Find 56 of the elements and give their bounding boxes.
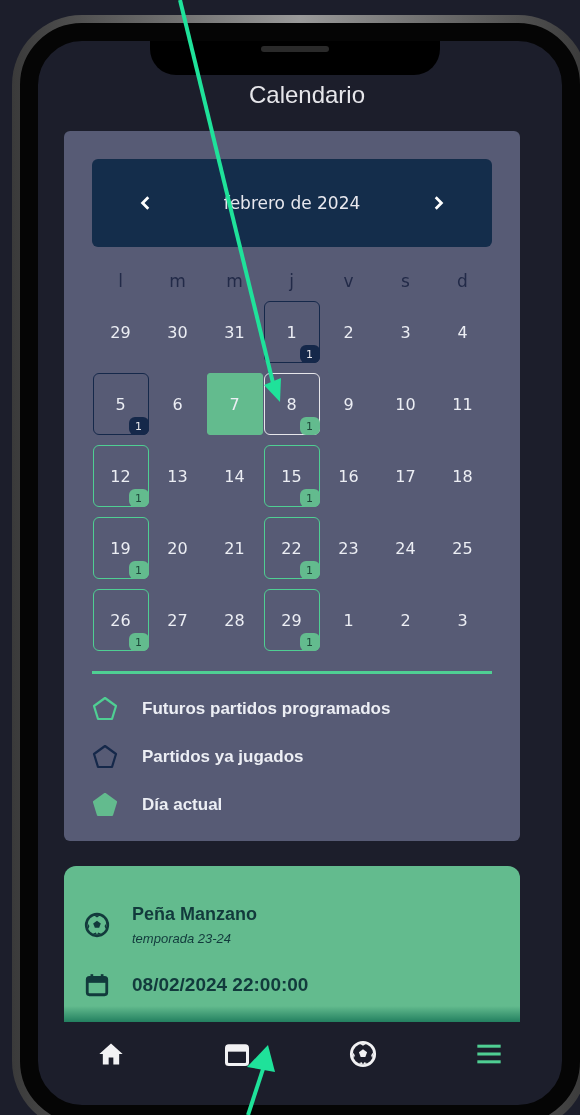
- calendar-day[interactable]: 28: [206, 589, 263, 651]
- calendar-day[interactable]: 1: [320, 589, 377, 651]
- calendar-day[interactable]: 13: [149, 445, 206, 507]
- next-month-button[interactable]: [432, 195, 444, 211]
- match-count-badge: 1: [299, 417, 320, 435]
- annotation-arrow: [246, 1045, 275, 1115]
- calendar-day[interactable]: 22 1: [263, 517, 320, 579]
- calendar-day[interactable]: 2: [377, 589, 434, 651]
- match-count-badge: 1: [299, 489, 320, 507]
- match-card[interactable]: Peña Manzano temporada 23-24 08/02/2024 22:00:00: [64, 866, 520, 1022]
- legend-label: Futuros partidos programados: [142, 699, 391, 719]
- calendar-day[interactable]: 3: [377, 301, 434, 363]
- calendar-day[interactable]: 3: [434, 589, 491, 651]
- screen-title: Calendario: [247, 81, 367, 110]
- legend-label: Partidos ya jugados: [142, 747, 304, 767]
- calendar-day[interactable]: 9: [320, 373, 377, 435]
- calendar-day[interactable]: 10: [377, 373, 434, 435]
- match-count-badge: 1: [128, 417, 149, 435]
- calendar-day[interactable]: 23: [320, 517, 377, 579]
- match-count-badge: 1: [128, 489, 149, 507]
- calendar-day[interactable]: 25: [434, 517, 491, 579]
- calendar-day[interactable]: 20: [149, 517, 206, 579]
- calendar-day[interactable]: 24: [377, 517, 434, 579]
- team-name: Peña Manzano: [132, 904, 258, 925]
- calendar-day[interactable]: 5 1: [92, 373, 149, 435]
- calendar-day[interactable]: 11: [434, 373, 491, 435]
- soccer-ball-icon[interactable]: [349, 1040, 377, 1068]
- calendar-day[interactable]: 2: [320, 301, 377, 363]
- calendar-day[interactable]: 6: [149, 373, 206, 435]
- match-count-badge: 1: [299, 345, 320, 363]
- calendar-day[interactable]: 21: [206, 517, 263, 579]
- calendar-day[interactable]: 14: [206, 445, 263, 507]
- calendar-day[interactable]: 31: [206, 301, 263, 363]
- calendar-day[interactable]: 19 1: [92, 517, 149, 579]
- calendar-day[interactable]: 12 1: [92, 445, 149, 507]
- calendar-day[interactable]: 16: [320, 445, 377, 507]
- calendar-day[interactable]: 30: [149, 301, 206, 363]
- previous-month-button[interactable]: [140, 195, 152, 211]
- calendar-icon: [84, 972, 110, 998]
- calendar-day[interactable]: 27: [149, 589, 206, 651]
- calendar-day[interactable]: 4: [434, 301, 491, 363]
- calendar-day[interactable]: 26 1: [92, 589, 149, 651]
- calendar-day[interactable]: 17: [377, 445, 434, 507]
- calendar-day[interactable]: 1 1: [263, 301, 320, 363]
- match-count-badge: 1: [128, 633, 149, 651]
- soccer-ball-icon: [84, 912, 110, 938]
- match-datetime: 08/02/2024 22:00:00: [132, 974, 309, 996]
- calendar-day[interactable]: 18: [434, 445, 491, 507]
- match-count-badge: 1: [299, 633, 320, 651]
- match-count-badge: 1: [299, 561, 320, 579]
- season-label: temporada 23-24: [132, 931, 232, 946]
- legend-label: Día actual: [142, 795, 223, 815]
- calendar-day[interactable]: 29 1: [263, 589, 320, 651]
- calendar-day[interactable]: 29: [92, 301, 149, 363]
- match-count-badge: 1: [128, 561, 149, 579]
- calendar-day[interactable]: 15 1: [263, 445, 320, 507]
